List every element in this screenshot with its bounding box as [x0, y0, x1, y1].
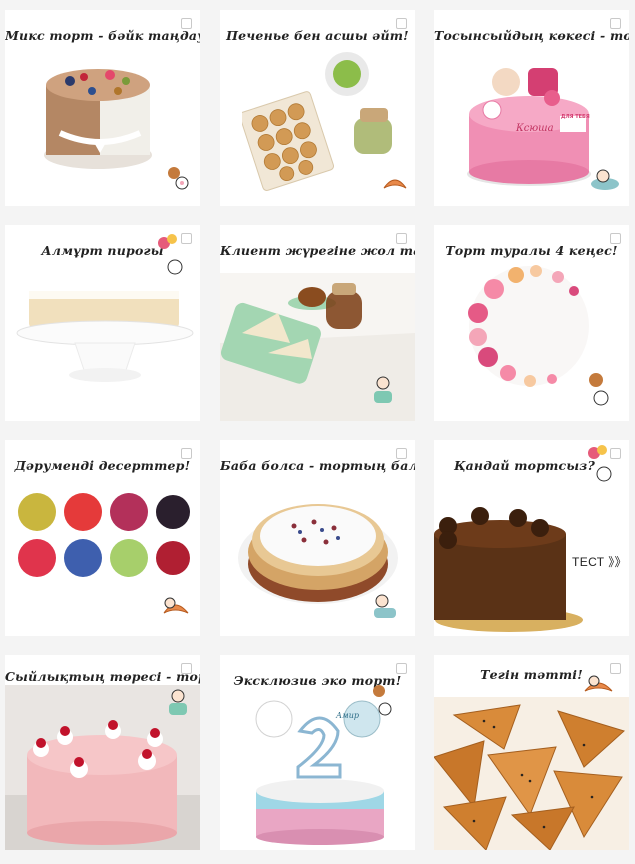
post-tile-2[interactable]: Печенье бен асшы әйт! — [220, 10, 415, 206]
post-tile-12[interactable]: Тегін тәтті! — [434, 655, 629, 850]
post-grid: Микс торт - бәйк таңдау! Печенье бен асш… — [0, 0, 635, 864]
flower-wreath-cake-image — [468, 265, 589, 387]
baker-mascot-icon — [591, 169, 619, 190]
teacup-mascot-icon — [374, 376, 392, 403]
post-tile-7[interactable]: Дәрумендi десерттер! — [5, 440, 200, 636]
balloon-mascot-icon — [158, 234, 183, 275]
baker-mascot-icon — [168, 167, 189, 190]
multi-photo-icon — [396, 448, 407, 459]
pear-pie-image — [16, 291, 194, 382]
post-tile-9[interactable]: Қандай тортсыз? ТЕСТ 》》 — [434, 440, 629, 636]
croissant-mascot-icon — [163, 597, 189, 614]
post-caption: Баба болса - тортың бал! — [220, 458, 415, 473]
croissant-mascot-icon — [383, 179, 407, 189]
post-tile-5[interactable]: Клиент жүрегіне жол тап! — [220, 225, 415, 421]
post-caption: Клиент жүрегіне жол тап! — [220, 243, 415, 258]
post-tile-1[interactable]: Микс торт - бәйк таңдау! — [5, 10, 200, 206]
post-tile-8[interactable]: Баба болса - тортың бал! — [220, 440, 415, 636]
post-caption: Дәрумендi десерттер! — [14, 458, 191, 473]
multi-photo-icon — [396, 663, 407, 674]
post-tile-3[interactable]: Тосынсыйдың көкесі - торт! Ксюша ДЛЯ ТЕБ… — [434, 10, 629, 206]
post-caption: Печенье бен асшы әйт! — [226, 28, 409, 43]
post-tile-11[interactable]: Эксклюзив эко торт! Амир — [220, 655, 415, 850]
cookies-tea-image — [242, 52, 392, 191]
multi-photo-icon — [610, 233, 621, 244]
multi-photo-icon — [396, 233, 407, 244]
post-caption: Торт туралы 4 кеңес! — [445, 243, 618, 258]
multi-photo-icon — [181, 663, 192, 674]
baker-mascot-icon — [589, 373, 609, 406]
balloon-mascot-icon — [588, 445, 612, 482]
post-tile-6[interactable]: Торт туралы 4 кеңес! — [434, 225, 629, 421]
fruit-tartlets-image — [18, 493, 190, 577]
multi-photo-icon — [610, 18, 621, 29]
post-caption: Сыйлықтың төресі - торт! — [5, 669, 200, 684]
teacup-mascot-icon — [169, 689, 187, 715]
post-caption: Қандай тортсыз? — [454, 458, 595, 473]
chocolate-cake-image — [434, 507, 583, 632]
eco-number-cake-image — [255, 700, 384, 845]
cake-topper-label: Амир — [336, 711, 359, 720]
post-tile-10[interactable]: Сыйлықтың төресі - торт! — [5, 655, 200, 850]
mix-cake-image — [44, 69, 152, 169]
multi-photo-icon — [181, 18, 192, 29]
multi-photo-icon — [396, 18, 407, 29]
baker-mascot-icon — [374, 594, 396, 618]
cake-name-plaque: Ксюша — [516, 123, 554, 134]
post-tile-4[interactable]: Алмұрт пирогы — [5, 225, 200, 421]
pink-gift-cake-image — [467, 68, 591, 186]
test-link[interactable]: ТЕСТ 》》 — [572, 553, 627, 570]
multi-photo-icon — [181, 448, 192, 459]
samsa-pastries-image — [434, 697, 629, 850]
post-caption: Микс торт - бәйк таңдау! — [5, 28, 200, 43]
post-caption: Тосынсыйдың көкесі - торт! — [434, 28, 629, 43]
cake-tag-label: ДЛЯ ТЕБЯ — [561, 114, 590, 120]
jam-cake-image — [238, 504, 398, 604]
